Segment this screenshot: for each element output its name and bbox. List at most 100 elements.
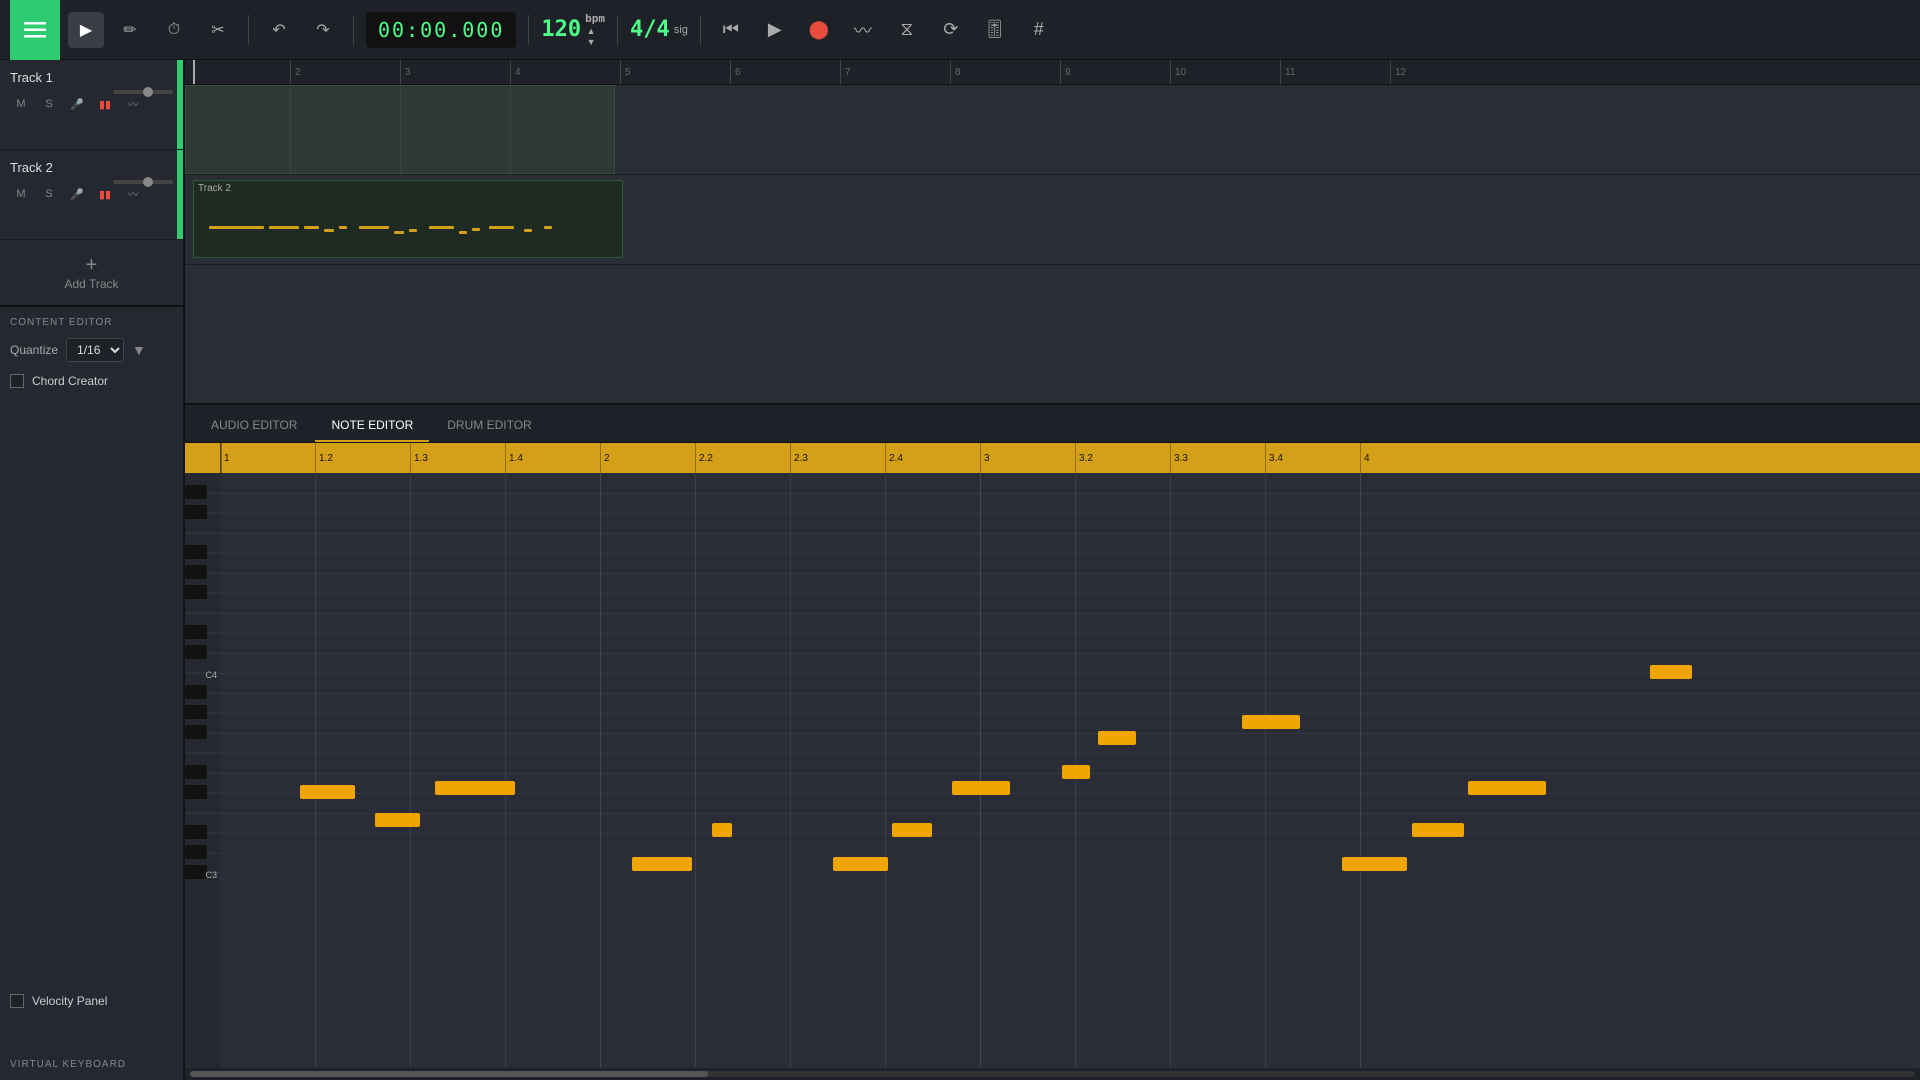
tab-drum-editor[interactable]: DRUM EDITOR [431, 410, 547, 442]
menu-button[interactable] [10, 0, 60, 60]
loop-button[interactable]: 〰 [845, 12, 881, 48]
mini-note-6 [359, 226, 389, 229]
note-ruler-1.4: 1.4 [505, 443, 523, 473]
track-1-volume-knob [143, 87, 153, 97]
scrollbar-thumb[interactable] [190, 1071, 708, 1077]
redo-button[interactable]: ↷ [305, 12, 341, 48]
grid-v-1 [290, 85, 291, 174]
note-ruler-3: 3 [980, 443, 990, 473]
quantize-row: Quantize 1/16 1/8 1/4 ▼ [10, 338, 173, 362]
track-1-auto-button[interactable]: 〰 [122, 93, 144, 115]
grid-col-1 [315, 473, 316, 1068]
note-ruler-2: 2 [600, 443, 610, 473]
quantize-select[interactable]: 1/16 1/8 1/4 [66, 338, 124, 362]
editor-tabs: AUDIO EDITOR NOTE EDITOR DRUM EDITOR [185, 405, 1920, 443]
grid-row-13 [220, 733, 1920, 734]
grid-button[interactable]: # [1021, 12, 1057, 48]
chord-creator-row: Chord Creator [10, 374, 173, 388]
track-2-rec-button[interactable]: ▮▮ [94, 183, 116, 205]
velocity-panel-checkbox[interactable] [10, 994, 24, 1008]
note-block-8[interactable] [952, 781, 1010, 795]
mixer-button[interactable]: 🎚 [977, 12, 1013, 48]
note-block-2[interactable] [375, 813, 420, 827]
play-button[interactable]: ▶ [757, 12, 793, 48]
time-display: 00:00.000 [366, 12, 516, 48]
note-block-3[interactable] [435, 781, 515, 795]
chord-creator-checkbox[interactable] [10, 374, 24, 388]
note-ruler-3.2: 3.2 [1075, 443, 1093, 473]
track-2-auto-button[interactable]: 〰 [122, 183, 144, 205]
note-block-7[interactable] [892, 823, 932, 837]
clock-tool-button[interactable]: ⏱ [156, 12, 192, 48]
track-2-mic-button[interactable]: 🎤 [66, 183, 88, 205]
grid-row-18 [220, 833, 1920, 834]
grid-row-2 [220, 513, 1920, 514]
content-editor-title: CONTENT EDITOR [10, 317, 173, 328]
left-panel: Track 1 M S 🎤 ▮▮ 〰 Track 2 M S 🎤 [0, 60, 185, 1080]
note-block-14[interactable] [1468, 781, 1546, 795]
track-1-mute-button[interactable]: M [10, 93, 32, 115]
note-grid[interactable] [220, 473, 1920, 1068]
bpm-up-button[interactable]: ▲ [585, 26, 597, 36]
note-block-15[interactable] [1650, 665, 1692, 679]
toolbar: ▶ ✏ ⏱ ✂ ↶ ↷ 00:00.000 120 bpm ▲ ▼ 4/4 si… [0, 0, 1920, 60]
note-ruler-3.3: 3.3 [1170, 443, 1188, 473]
tab-note-editor[interactable]: NOTE EDITOR [315, 410, 429, 442]
grid-row-5 [220, 573, 1920, 574]
note-block-9[interactable] [1062, 765, 1090, 779]
select-tool-button[interactable]: ▶ [68, 12, 104, 48]
svg-text:C3: C3 [205, 870, 217, 880]
mini-note-1 [209, 226, 264, 229]
mini-note-14 [544, 226, 552, 229]
track-2-volume-slider[interactable] [113, 180, 173, 184]
grid-row-12 [220, 713, 1920, 714]
grid-col-10 [1170, 473, 1171, 1068]
ruler-mark-12: 12 [1390, 60, 1406, 84]
scissors-tool-button[interactable]: ✂ [200, 12, 236, 48]
go-start-button[interactable]: ⏮ [713, 12, 749, 48]
note-block-13[interactable] [1412, 823, 1464, 837]
note-ruler-4: 4 [1360, 443, 1370, 473]
sync-button[interactable]: ⟳ [933, 12, 969, 48]
track-1-volume-slider[interactable] [113, 90, 173, 94]
track-1-rec-button[interactable]: ▮▮ [94, 93, 116, 115]
empty-row-1 [185, 265, 1920, 403]
note-editor-scrollbar [185, 1068, 1920, 1080]
chord-creator-label: Chord Creator [32, 374, 108, 388]
bpm-arrows: ▲ ▼ [585, 26, 597, 47]
scrollbar-track[interactable] [190, 1071, 1915, 1077]
note-block-11[interactable] [1242, 715, 1300, 729]
content-editor-panel: CONTENT EDITOR Quantize 1/16 1/8 1/4 ▼ C… [0, 305, 183, 1080]
bpm-down-button[interactable]: ▼ [585, 37, 597, 47]
undo-button[interactable]: ↶ [261, 12, 297, 48]
record-button[interactable]: ⬤ [801, 12, 837, 48]
note-block-1[interactable] [300, 785, 355, 799]
note-block-10[interactable] [1098, 731, 1136, 745]
timeline-ruler: 2 3 4 5 6 7 8 9 10 11 12 [185, 60, 1920, 85]
grid-row-8 [220, 633, 1920, 634]
track-1-solo-button[interactable]: S [38, 93, 60, 115]
ruler-mark-6: 6 [730, 60, 741, 84]
velocity-panel-label: Velocity Panel [32, 994, 107, 1008]
note-block-4[interactable] [632, 857, 692, 871]
track-2-clip[interactable]: Track 2 [193, 180, 623, 258]
track-2-solo-button[interactable]: S [38, 183, 60, 205]
track-1-name: Track 1 [10, 70, 173, 85]
velocity-panel-row: Velocity Panel [10, 994, 107, 1008]
metronome-button[interactable]: ⧖ [889, 12, 925, 48]
tab-audio-editor[interactable]: AUDIO EDITOR [195, 410, 313, 442]
track-2-volume-knob [143, 177, 153, 187]
note-block-5[interactable] [712, 823, 732, 837]
right-area: 2 3 4 5 6 7 8 9 10 11 12 [185, 60, 1920, 1080]
note-block-12[interactable] [1342, 857, 1407, 871]
note-block-6[interactable] [833, 857, 888, 871]
bpm-display: 120 bpm ▲ ▼ [541, 12, 605, 47]
track-1-mic-button[interactable]: 🎤 [66, 93, 88, 115]
pencil-tool-button[interactable]: ✏ [112, 12, 148, 48]
svg-text:C4: C4 [205, 670, 217, 680]
add-track-area[interactable]: + Add Track [0, 240, 183, 305]
track-2-mute-button[interactable]: M [10, 183, 32, 205]
piano-svg: C4 C3 [185, 473, 220, 1068]
track-2-name: Track 2 [10, 160, 173, 175]
note-ruler-3.4: 3.4 [1265, 443, 1283, 473]
